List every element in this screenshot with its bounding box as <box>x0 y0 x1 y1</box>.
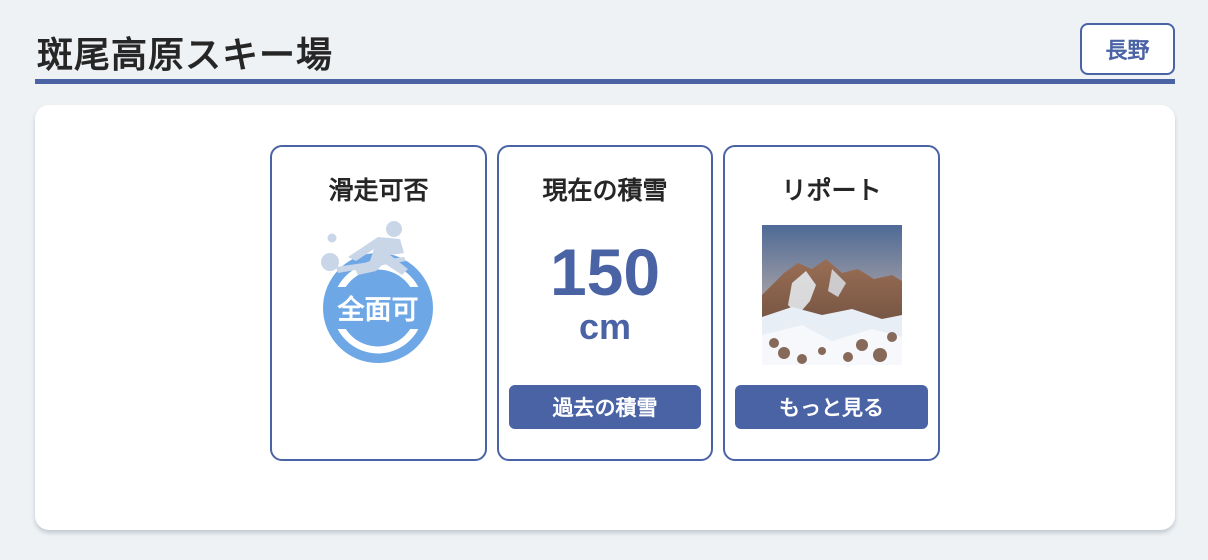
snow-depth-unit: cm <box>578 306 632 347</box>
snow-card-title: 現在の積雪 <box>542 176 668 205</box>
skier-icon: 全面可 <box>321 221 433 363</box>
snow-depth-value: 150 <box>549 235 661 309</box>
more-reports-button[interactable]: もっと見る <box>735 385 928 429</box>
page-header: 斑尾高原スキー場 長野 <box>35 22 1175 84</box>
report-card: リポート もっと見る <box>723 145 940 461</box>
past-snow-button[interactable]: 過去の積雪 <box>509 385 701 429</box>
status-card: 滑走可否 全面可 <box>270 145 487 461</box>
status-badge-text: 全面可 <box>337 294 419 326</box>
skier-figure <box>336 221 408 275</box>
info-panel: 滑走可否 全面可 現在の積雪 150 cm 過去の積雪 リポート もっと見る <box>35 105 1175 530</box>
report-card-title: リポート <box>781 176 882 205</box>
snowball-icon <box>321 253 339 271</box>
report-photo[interactable] <box>762 225 902 365</box>
status-card-title: 滑走可否 <box>328 176 429 205</box>
region-button[interactable]: 長野 <box>1080 23 1175 75</box>
snow-card: 現在の積雪 150 cm 過去の積雪 <box>497 145 713 461</box>
page-title: 斑尾高原スキー場 <box>37 35 334 76</box>
